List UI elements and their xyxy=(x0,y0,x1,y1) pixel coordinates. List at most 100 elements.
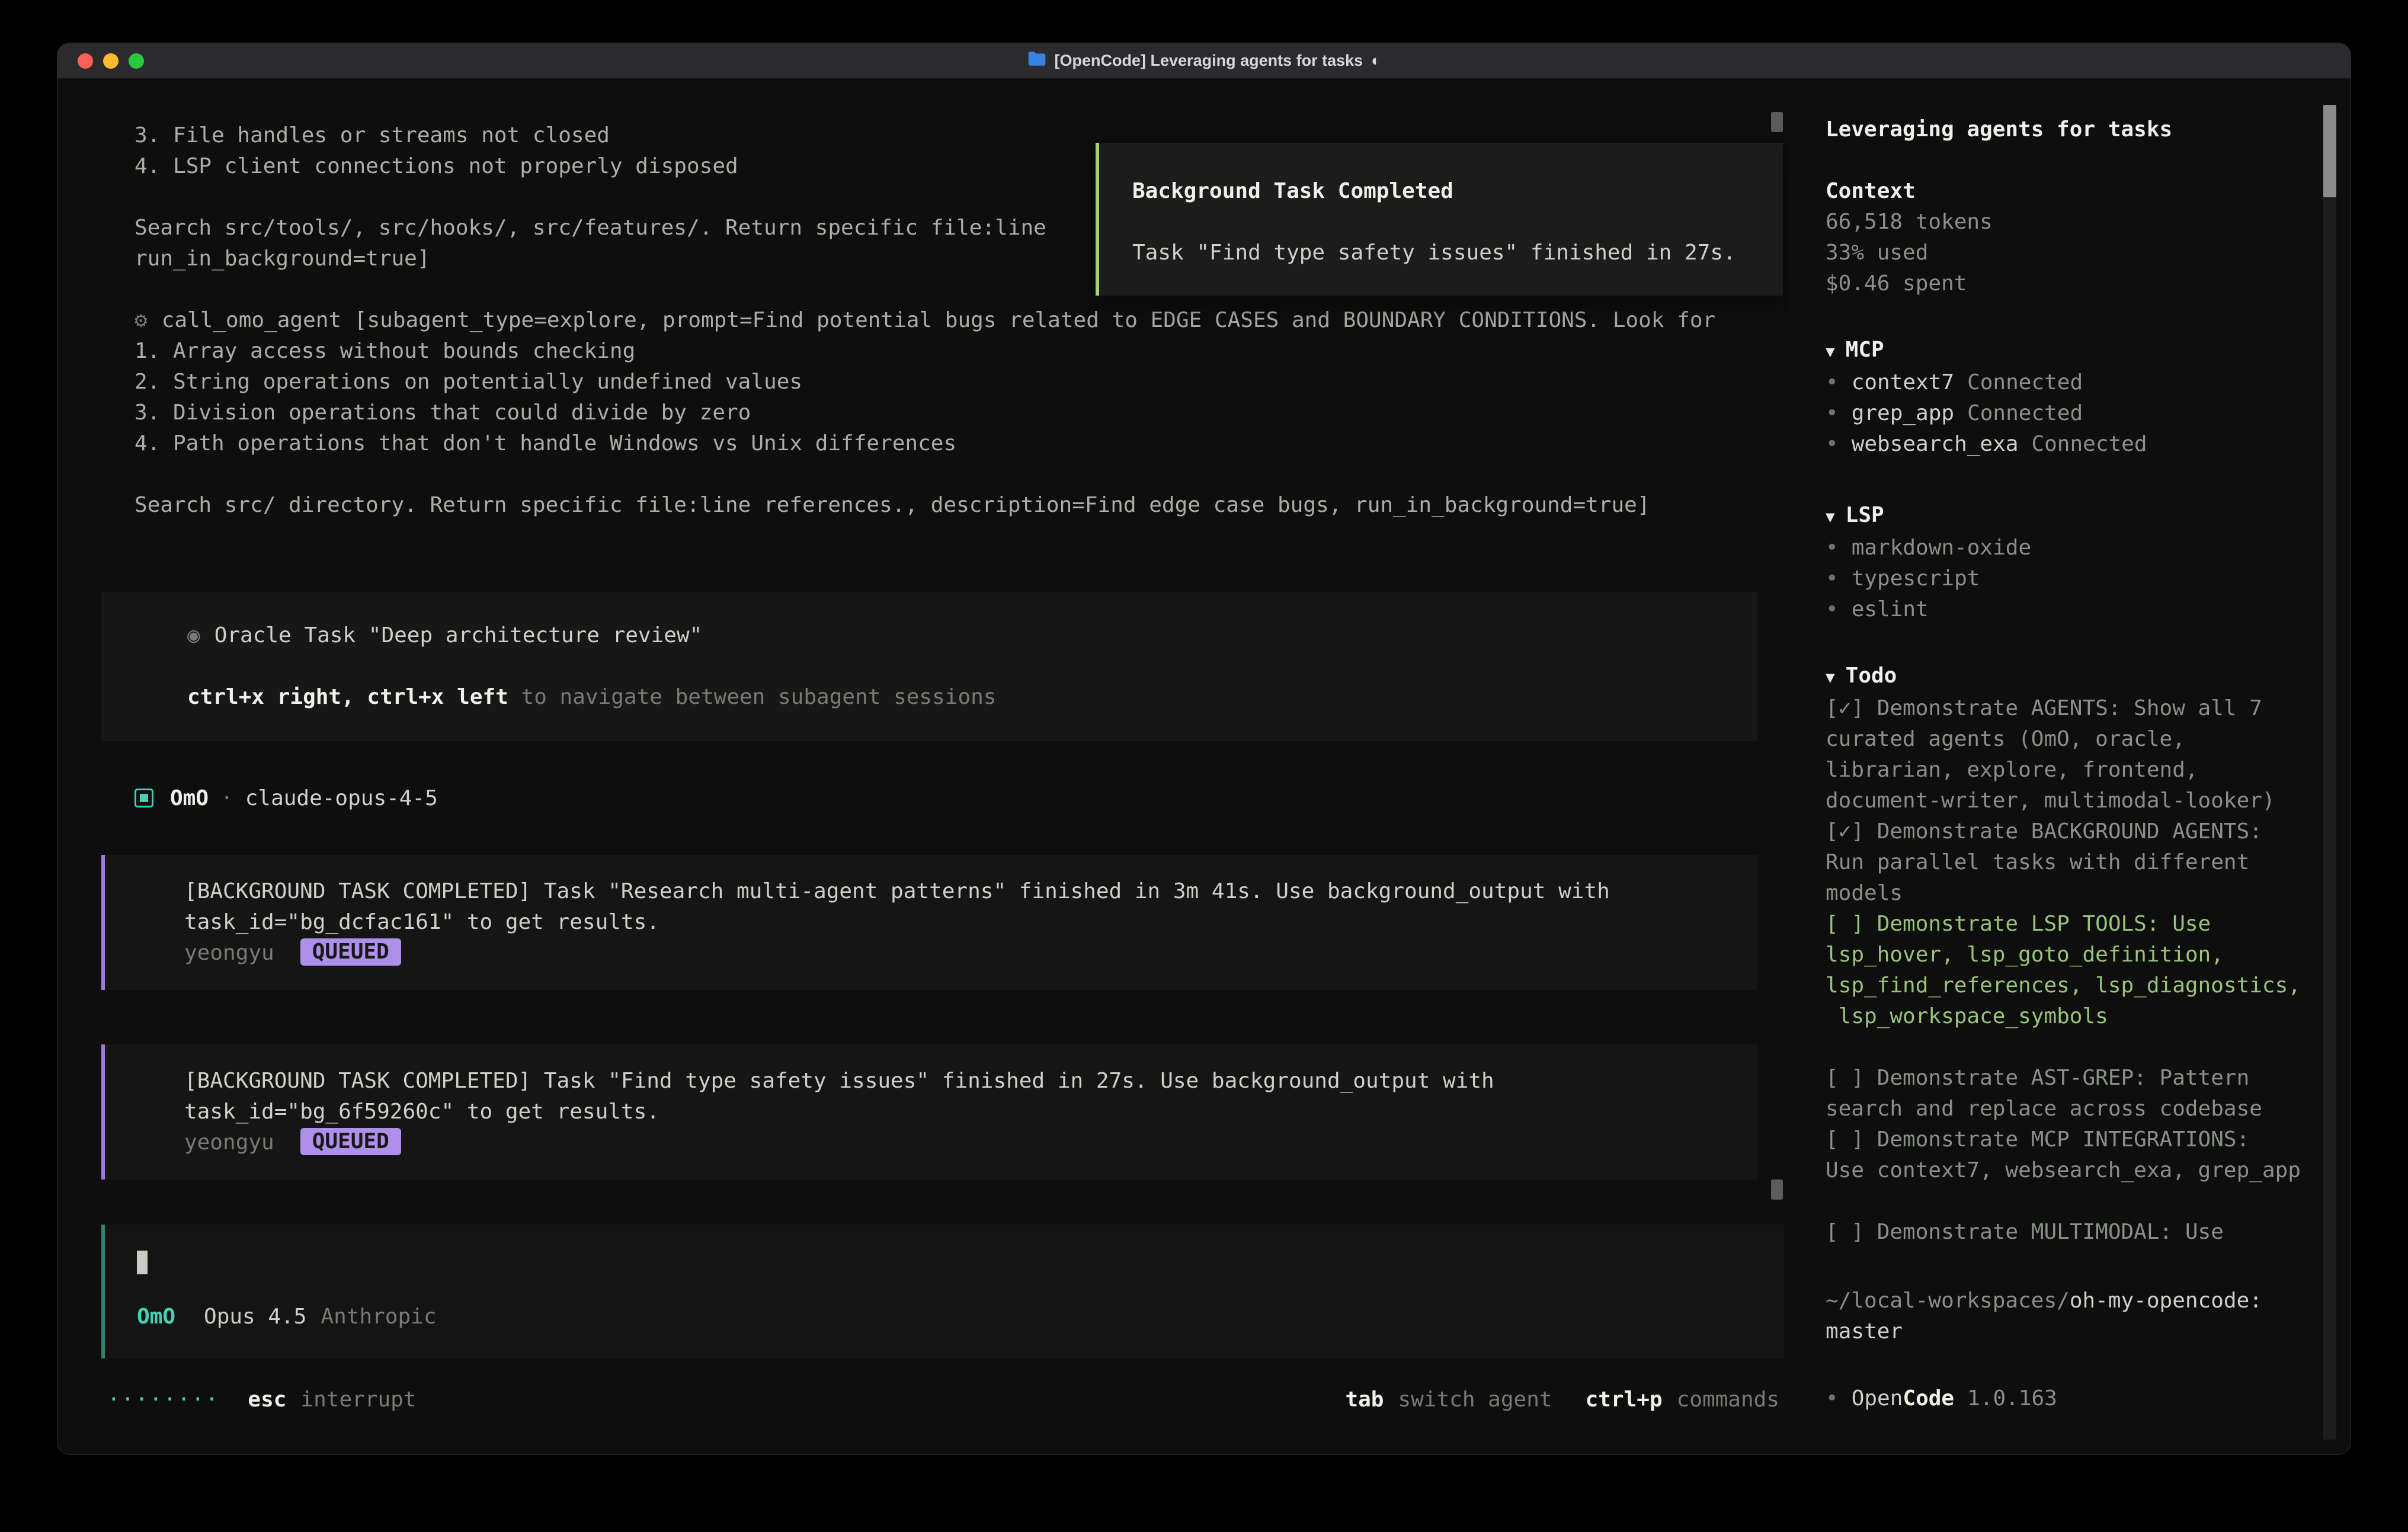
terminal-main-pane: 3. File handles or streams not closed 4.… xyxy=(57,79,1788,1455)
mcp-item: •context7Connected xyxy=(1826,367,2351,398)
collapse-arrow-icon: ▼ xyxy=(1826,343,1835,361)
prompt-input[interactable]: OmOOpus 4.5Anthropic xyxy=(101,1225,1784,1358)
message-author: yeongyu xyxy=(184,1130,274,1155)
todo-line: document-writer, multimodal-looker) xyxy=(1826,786,2351,816)
workspace-info: ~/local-workspaces/oh-my-opencode: maste… xyxy=(1826,1286,2351,1347)
separator-dot: · xyxy=(220,786,233,810)
spinner-dots: ········ xyxy=(107,1387,219,1412)
context-spent: $0.46 spent xyxy=(1826,268,2351,299)
todo-line: [ ] Demonstrate LSP TOOLS: Use xyxy=(1826,909,2351,940)
subagent-session-card[interactable]: ◉Oracle Task "Deep architecture review" … xyxy=(101,592,1757,741)
todo-line: [✓] Demonstrate BACKGROUND AGENTS: xyxy=(1826,816,2351,847)
main-scrollbar-thumb[interactable] xyxy=(1771,1180,1783,1200)
tool-call-header: ⚙call_omo_agent [subagent_type=explore, … xyxy=(135,305,1788,336)
esc-key-hint: esc xyxy=(248,1387,286,1412)
agent-name: OmO xyxy=(170,786,209,810)
todo-item: [✓] Demonstrate BACKGROUND AGENTS: Run p… xyxy=(1826,816,2351,909)
status-bar: ········escinterrupt tabswitch agentctrl… xyxy=(107,1384,1779,1415)
bullet-icon: • xyxy=(1826,370,1839,395)
commands-key-hint: ctrl+p xyxy=(1586,1387,1663,1412)
todo-line: [✓] Demonstrate AGENTS: Show all 7 xyxy=(1826,693,2351,724)
todo-line: curated agents (OmO, oracle, xyxy=(1826,724,2351,755)
window-title: [OpenCode] Leveraging agents for tasks◐ xyxy=(1027,51,1381,70)
message-meta: yeongyu QUEUED xyxy=(184,1127,1757,1158)
main-scrollbar-thumb[interactable] xyxy=(1771,112,1783,132)
lsp-item: •typescript xyxy=(1826,563,2351,594)
bullet-icon: • xyxy=(1826,566,1839,591)
statusbar-right: tabswitch agentctrl+pcommands xyxy=(1345,1384,1779,1415)
todo-line: librarian, explore, frontend, xyxy=(1826,755,2351,786)
todo-line: [ ] Demonstrate MCP INTEGRATIONS: xyxy=(1826,1124,2351,1155)
todo-line: models xyxy=(1826,878,2351,909)
todo-item-active: [ ] Demonstrate LSP TOOLS: Use lsp_hover… xyxy=(1826,909,2351,1032)
mcp-item: •grep_appConnected xyxy=(1826,398,2351,429)
text-cursor xyxy=(137,1251,148,1274)
folder-icon xyxy=(1027,51,1046,70)
minimize-button[interactable] xyxy=(103,53,119,69)
todo-line: lsp_find_references, lsp_diagnostics, xyxy=(1826,970,2351,1001)
lsp-item: •eslint xyxy=(1826,594,2351,625)
window-title-text: [OpenCode] Leveraging agents for tasks xyxy=(1055,52,1363,70)
queued-status-badge: QUEUED xyxy=(300,938,401,966)
app-name-bold: Code xyxy=(1903,1386,1954,1411)
message-line: [BACKGROUND TASK COMPLETED] Task "Find t… xyxy=(184,1066,1757,1097)
blank-line xyxy=(187,651,1757,682)
todo-line: Use context7, websearch_exa, grep_app xyxy=(1826,1155,2351,1186)
context-section: Context 66,518 tokens 33% used $0.46 spe… xyxy=(1826,176,2351,299)
log-line: 1. Array access without bounds checking xyxy=(135,336,1788,367)
workspace-path: ~/local-workspaces/oh-my-opencode: xyxy=(1826,1286,2351,1316)
traffic-lights xyxy=(78,43,144,78)
provider-label: Anthropic xyxy=(321,1305,436,1329)
commands-key-label: commands xyxy=(1677,1387,1779,1412)
sidebar-scrollbar-thumb[interactable] xyxy=(2323,105,2336,197)
oracle-session-icon: ◉ xyxy=(187,623,200,648)
zoom-button[interactable] xyxy=(129,53,144,69)
log-line: 2. String operations on potentially unde… xyxy=(135,367,1788,398)
lsp-item: •markdown-oxide xyxy=(1826,533,2351,563)
mcp-section-toggle[interactable]: ▼MCP xyxy=(1826,335,2351,367)
lsp-section: ▼LSP •markdown-oxide •typescript •eslint xyxy=(1826,500,2351,625)
mcp-item: •websearch_exaConnected xyxy=(1826,429,2351,460)
context-tokens: 66,518 tokens xyxy=(1826,207,2351,238)
message-line: [BACKGROUND TASK COMPLETED] Task "Resear… xyxy=(184,876,1757,907)
message-line: task_id="bg_6f59260c" to get results. xyxy=(184,1097,1757,1127)
bullet-icon: • xyxy=(1826,432,1839,456)
context-heading: Context xyxy=(1826,176,2351,207)
log-line xyxy=(135,459,1788,490)
todo-item: [ ] Demonstrate MCP INTEGRATIONS: Use co… xyxy=(1826,1124,2351,1186)
todo-line: lsp_hover, lsp_goto_definition, xyxy=(1826,940,2351,970)
close-button[interactable] xyxy=(78,53,93,69)
workspace-branch: master xyxy=(1826,1316,2351,1347)
log-line: 4. Path operations that don't handle Win… xyxy=(135,428,1788,459)
gear-icon: ⚙ xyxy=(135,308,148,332)
todo-item: [ ] Demonstrate MULTIMODAL: Use xyxy=(1826,1217,2351,1248)
lsp-section-toggle[interactable]: ▼LSP xyxy=(1826,500,2351,533)
bullet-icon: • xyxy=(1826,536,1839,560)
todo-line: [ ] Demonstrate AST-GREP: Pattern xyxy=(1826,1063,2351,1094)
log-line: 3. Division operations that could divide… xyxy=(135,398,1788,428)
collapse-arrow-icon: ▼ xyxy=(1826,669,1835,687)
bullet-icon: • xyxy=(1826,597,1839,621)
todo-item: [ ] Demonstrate AST-GREP: Pattern search… xyxy=(1826,1063,2351,1124)
bullet-icon: • xyxy=(1826,1386,1839,1411)
agent-checkbox-icon xyxy=(135,789,153,807)
todo-line: lsp_workspace_symbols xyxy=(1826,1001,2351,1032)
notification-toast: Background Task Completed Task "Find typ… xyxy=(1096,143,1783,296)
context-used: 33% used xyxy=(1826,238,2351,268)
agent-model: claude-opus-4-5 xyxy=(245,786,438,810)
app-version-footer: •OpenCode1.0.163 xyxy=(1826,1383,2057,1414)
todo-section-toggle[interactable]: ▼Todo xyxy=(1826,661,2351,693)
background-task-message: [BACKGROUND TASK COMPLETED] Task "Resear… xyxy=(101,855,1757,990)
collapse-arrow-icon: ▼ xyxy=(1826,508,1835,526)
app-window: [OpenCode] Leveraging agents for tasks◐ … xyxy=(57,43,2351,1455)
log-line: Search src/ directory. Return specific f… xyxy=(135,490,1788,521)
input-line[interactable] xyxy=(137,1247,1784,1278)
queued-status-badge: QUEUED xyxy=(300,1128,401,1155)
background-task-message: [BACKGROUND TASK COMPLETED] Task "Find t… xyxy=(101,1044,1757,1180)
toast-body: Task "Find type safety issues" finished … xyxy=(1132,238,1783,268)
todo-line: [ ] Demonstrate MULTIMODAL: Use xyxy=(1826,1217,2351,1248)
message-meta: yeongyuQUEUED xyxy=(184,938,1757,969)
sidebar-scrollbar[interactable] xyxy=(2323,105,2336,1440)
todo-line: search and replace across codebase xyxy=(1826,1094,2351,1124)
window-titlebar: [OpenCode] Leveraging agents for tasks◐ xyxy=(57,43,2351,79)
